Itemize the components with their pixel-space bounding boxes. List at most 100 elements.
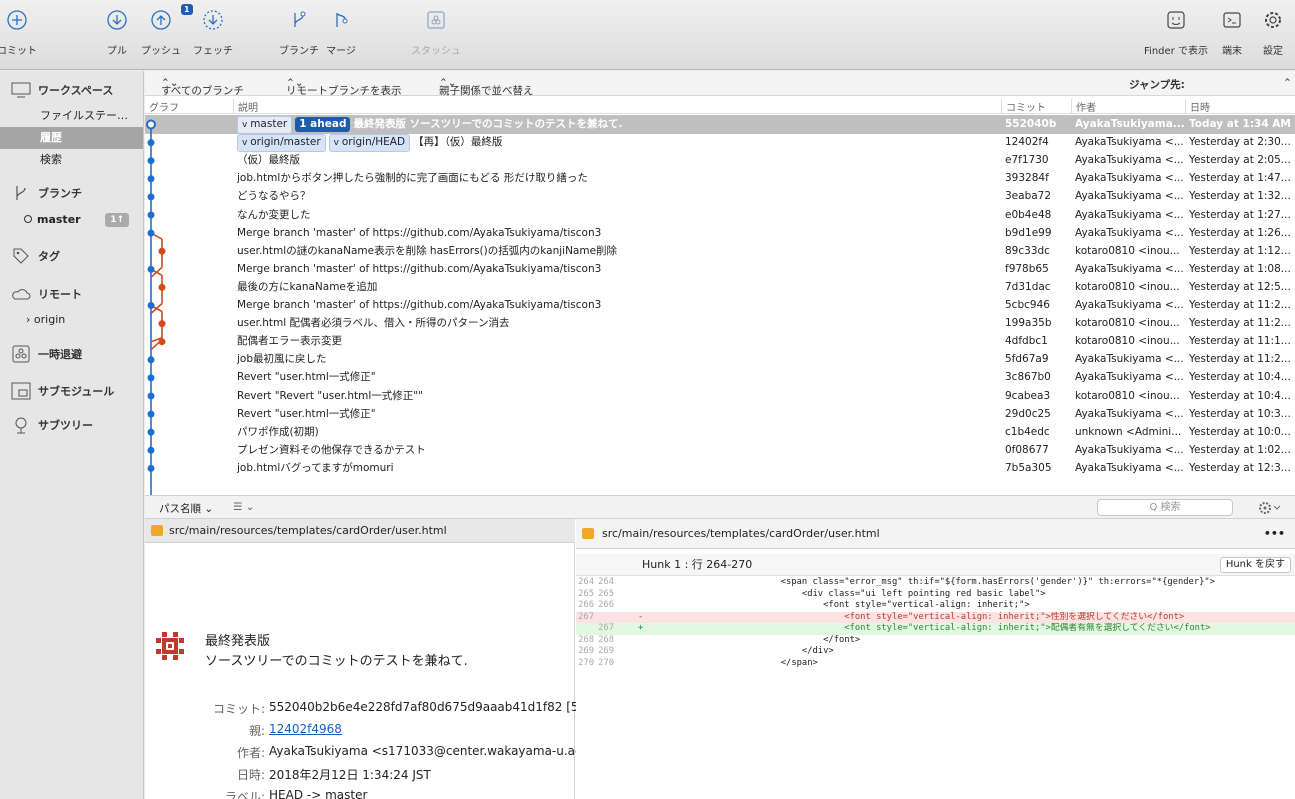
commit-hash: 5cbc946: [1005, 299, 1050, 311]
commit-description: なんか変更した: [237, 206, 997, 225]
commit-node[interactable]: [147, 229, 155, 237]
sidebar-section-tags[interactable]: タグ: [10, 247, 60, 265]
commit-row[interactable]: （仮）最終版 e7f1730 AyakaTsukiyama <... Yesterda…: [145, 151, 1295, 170]
settings-button[interactable]: 設定: [1242, 6, 1295, 57]
commit-node[interactable]: [147, 157, 155, 165]
finder-icon: [1167, 11, 1185, 29]
commit-row[interactable]: Revert "user.html一式修正" 29d0c25 AyakaTsukiy…: [145, 405, 1295, 424]
commit-node[interactable]: [146, 119, 156, 130]
branch-label[interactable]: ⅴ origin/HEAD: [328, 134, 411, 153]
file-list-pane: src/main/resources/templates/cardOrder/u…: [145, 519, 594, 799]
commit-date: Yesterday at 10:4...: [1189, 371, 1291, 384]
commit-node[interactable]: [147, 193, 155, 201]
col-graph[interactable]: グラフ: [145, 99, 179, 114]
col-date[interactable]: 日時: [1185, 99, 1295, 114]
diff-marker: +: [638, 623, 644, 633]
commit-row[interactable]: 配偶者エラー表示変更 4dfdbc1 kotaro0810 <inou... Yest…: [145, 332, 1295, 351]
commit-node[interactable]: [147, 356, 155, 364]
sidebar-section-stashes[interactable]: 一時退避: [10, 345, 82, 363]
jump-to-select[interactable]: ジャンプ先:: [1129, 77, 1185, 92]
commit-row[interactable]: ⅴ origin/master ⅴ origin/HEAD 【再】（仮）最終版 124…: [145, 133, 1295, 153]
commit-node[interactable]: [158, 320, 166, 328]
parent-link[interactable]: 12402f4968: [269, 722, 342, 736]
col-description[interactable]: 説明: [233, 99, 1001, 114]
sidebar-item-file-status[interactable]: ファイルステー…: [0, 105, 143, 127]
branch-icon: ⅴ: [242, 120, 251, 130]
commit-node[interactable]: [147, 211, 155, 219]
remote-filter-select[interactable]: リモートブランチを表示 ⌃⌄: [286, 77, 402, 97]
commit-node[interactable]: [147, 374, 155, 382]
branch-label[interactable]: ⅴ master: [237, 116, 293, 134]
commit-row[interactable]: どうなるやら？ 3eaba72 AyakaTsukiyama <... Yesterd…: [145, 187, 1295, 206]
commit-row[interactable]: user.htmlの謎のkanaName表示を削除 hasErrors()の括弧…: [145, 242, 1295, 261]
branch-filter-select[interactable]: すべてのブランチ ⌃⌄: [161, 77, 244, 97]
stash-icon: [12, 345, 30, 363]
sidebar-section-subtrees[interactable]: サブツリー: [10, 416, 93, 434]
commit-node[interactable]: [147, 410, 155, 418]
commit-node[interactable]: [147, 464, 155, 472]
commit-row[interactable]: job.htmlバグってますがmomuri 7b5a305 AyakaTsukiya…: [145, 459, 1295, 478]
merge-button[interactable]: マージ: [310, 6, 372, 57]
commit-node[interactable]: [147, 302, 155, 309]
sidebar-item-origin[interactable]: › origin: [0, 309, 143, 331]
commit-row[interactable]: ⅴ master 1 ahead 最終発表版 ソースツリーでのコミットのテストを兼ね…: [145, 115, 1295, 134]
diff-line: 266 266 <font style="vertical-align: inhe…: [576, 600, 1295, 612]
commit-message: job.htmlバグってますがmomuri: [237, 461, 394, 474]
commit-row[interactable]: job最初風に戻した 5fd67a9 AyakaTsukiyama <... Yest…: [145, 350, 1295, 369]
sidebar-item-master[interactable]: master 1↑: [0, 209, 143, 231]
commit-node[interactable]: [158, 338, 166, 346]
view-mode-select[interactable]: ☰ ⌄: [233, 501, 255, 513]
sidebar-section-remotes[interactable]: リモート: [10, 285, 82, 303]
commit-row[interactable]: パワポ作成(初期) c1b4edc unknown <Admini... Yester…: [145, 423, 1295, 442]
stash-button[interactable]: スタッシュ: [405, 6, 467, 57]
branch-label[interactable]: ⅴ origin/master: [237, 134, 326, 153]
commit-hash: 9cabea3: [1005, 389, 1051, 402]
commit-node[interactable]: [147, 265, 155, 273]
commit-row[interactable]: 最後の方にkanaNameを追加 7d31dac kotaro0810 <inou.…: [145, 278, 1295, 297]
column-header: グラフ 説明 コミット 作者 日時: [145, 96, 1295, 114]
line-number: 270: [598, 657, 614, 668]
commit-node[interactable]: [147, 446, 155, 454]
show-in-finder-button[interactable]: Finder で表示: [1144, 6, 1208, 57]
sidebar-item-history[interactable]: 履歴: [0, 127, 143, 149]
commit-author: AyakaTsukiyama <...: [1075, 226, 1184, 239]
search-input[interactable]: Q 検索: [1097, 499, 1233, 516]
commit-row[interactable]: user.html 配偶者必須ラベル、借入・所得のパターン消去 199a35b ko…: [145, 314, 1295, 333]
main-panel: すべてのブランチ ⌃⌄ リモートブランチを表示 ⌃⌄ 親子関係で並べ替え ⌃⌄ …: [145, 71, 1295, 799]
commit-button[interactable]: コミット: [0, 6, 48, 57]
discard-hunk-button[interactable]: Hunk を戻す: [1219, 557, 1291, 573]
jump-to-chevron-icon[interactable]: ⌃: [1283, 77, 1292, 89]
commit-description: どうなるやら？: [237, 187, 997, 206]
more-options-button[interactable]: •••: [1264, 519, 1285, 549]
file-list-item[interactable]: src/main/resources/templates/cardOrder/u…: [145, 519, 575, 543]
commit-row[interactable]: なんか変更した e0b4e48 AyakaTsukiyama <... Yesterd…: [145, 206, 1295, 225]
commit-row[interactable]: Revert "Revert "user.html一式修正"" 9cabea3 ko…: [145, 387, 1295, 406]
commit-row[interactable]: Merge branch 'master' of https://github.…: [145, 260, 1295, 279]
commit-node[interactable]: [147, 392, 155, 400]
chevron-right-icon: ›: [26, 313, 34, 326]
commit-row[interactable]: Merge branch 'master' of https://github.…: [145, 224, 1295, 243]
commit-row[interactable]: Revert "user.html一式修正" 3c867b0 AyakaTsukiy…: [145, 368, 1295, 387]
commit-date: Yesterday at 11:1...: [1189, 335, 1291, 348]
commit-node[interactable]: [158, 247, 166, 255]
gear-icon[interactable]: [1258, 501, 1282, 515]
stash-icon: [427, 11, 445, 29]
sidebar-item-search[interactable]: 検索: [0, 149, 143, 171]
commit-node[interactable]: [147, 139, 155, 147]
commit-hash: 7d31dac: [1005, 280, 1051, 293]
fetch-button[interactable]: フェッチ: [182, 6, 244, 57]
commit-node[interactable]: [147, 428, 155, 436]
sort-by-path-select[interactable]: パス名順 ⌄: [159, 501, 213, 516]
sidebar-section-branches[interactable]: ブランチ: [10, 184, 82, 202]
commit-node[interactable]: [158, 283, 166, 291]
commit-row[interactable]: Merge branch 'master' of https://github.…: [145, 296, 1295, 315]
branch-label[interactable]: 1 ahead: [295, 117, 351, 132]
sidebar-section-submodules[interactable]: サブモジュール: [10, 382, 114, 400]
col-author[interactable]: 作者: [1071, 99, 1185, 114]
commit-row[interactable]: プレゼン資料その他保存できるかテスト 0f08677 AyakaTsukiyama …: [145, 441, 1295, 460]
commit-row[interactable]: job.htmlからボタン押したら強制的に完了画面にもどる 形だけ取り繕った 39…: [145, 169, 1295, 188]
sort-order-select[interactable]: 親子関係で並べ替え ⌃⌄: [439, 77, 534, 97]
commit-node[interactable]: [147, 175, 155, 183]
col-commit[interactable]: コミット: [1001, 99, 1071, 114]
sidebar-section-workspace[interactable]: ワークスペース: [10, 81, 113, 99]
